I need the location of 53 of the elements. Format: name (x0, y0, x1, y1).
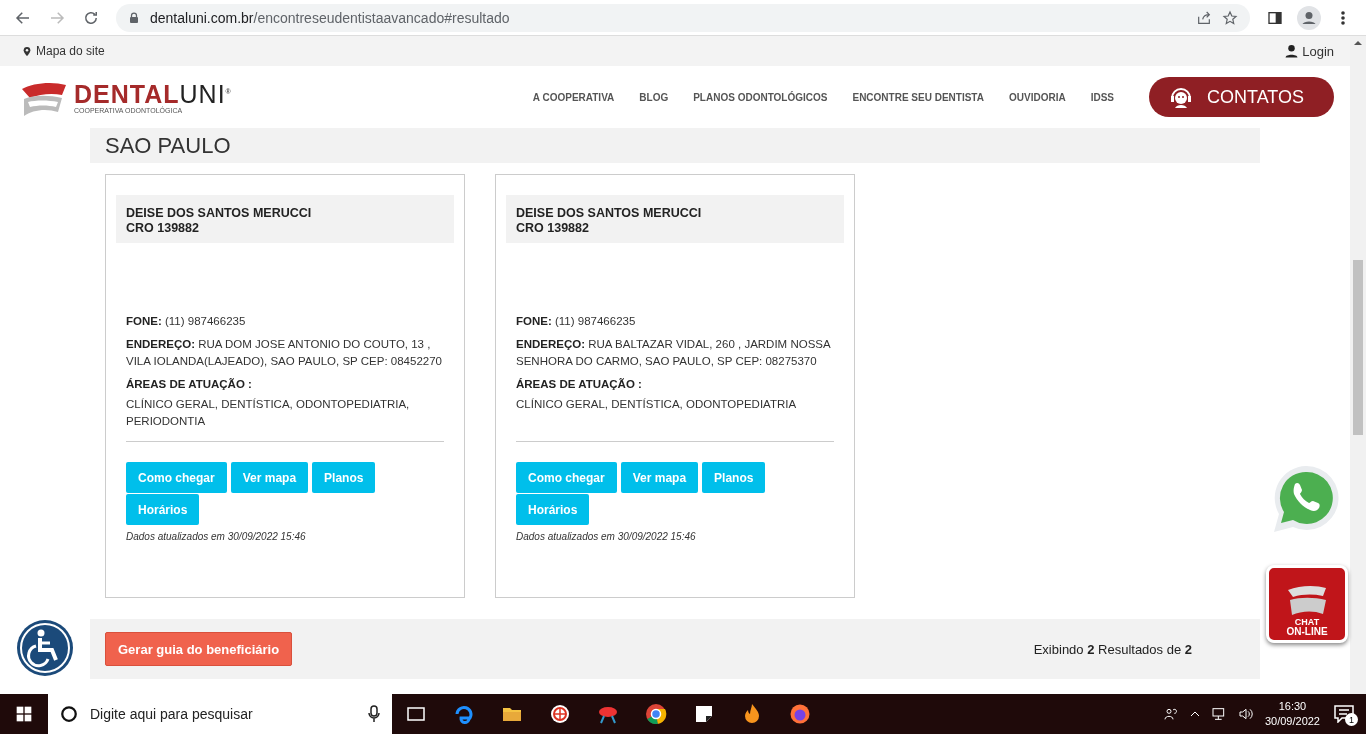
dentist-cro: CRO 139882 (516, 221, 590, 235)
people-icon[interactable] (1162, 706, 1179, 722)
contacts-button[interactable]: CONTATOS (1149, 77, 1334, 117)
map-pin-icon (22, 44, 32, 58)
network-icon[interactable] (1210, 706, 1227, 722)
notification-center-button[interactable]: 1 (1330, 699, 1358, 729)
lock-icon (128, 10, 140, 25)
profile-icon[interactable] (1297, 5, 1321, 30)
taskbar-clock[interactable]: 16:30 30/09/2022 (1264, 699, 1320, 729)
scrollbar-thumb[interactable] (1353, 260, 1363, 435)
search-circle-icon (60, 705, 78, 723)
areas-text: CLÍNICO GERAL, DENTÍSTICA, ODONTOPEDIATRIA (516, 397, 798, 412)
phone-text: FONE: (11) 987466235 (516, 314, 637, 329)
dentist-name: DEISE DOS SANTOS MERUCCI (126, 206, 313, 220)
areas-label: ÁREAS DE ATUAÇÃO : (516, 377, 643, 392)
section-title: SAO PAULO (90, 128, 1260, 163)
sitemap-link[interactable]: Mapa do site (36, 44, 105, 58)
nav-link[interactable]: OUVIDORIA (1008, 91, 1066, 103)
areas-label: ÁREAS DE ATUAÇÃO : (126, 377, 253, 392)
url-text: dentaluni.com.br/encontreseudentistaavancado#resultado (150, 9, 510, 26)
chat-online-button[interactable]: CHAT ON-LINE (1266, 565, 1348, 643)
windows-start-icon[interactable] (16, 706, 32, 722)
speaker-icon[interactable] (1236, 706, 1255, 722)
headset-person-icon (1169, 85, 1193, 109)
notification-count: 1 (1345, 713, 1358, 726)
updated-text: Dados atualizados em 30/09/2022 15:46 (125, 530, 307, 542)
chrome-icon[interactable] (644, 702, 668, 726)
microphone-icon[interactable] (368, 705, 380, 723)
nav-link[interactable]: A COOPERATIVA (532, 91, 615, 103)
speech-bubble-icon (1334, 705, 1354, 723)
nav-link[interactable]: BLOG (639, 91, 669, 103)
address-text: ENDEREÇO: RUA DOM JOSE ANTONIO DO COUTO, 13 , VILA IOLANDA(LAJEADO), SAO PAULO, SP CEP: 08452270 (126, 337, 443, 369)
menu-dots-icon[interactable] (1340, 9, 1346, 26)
nav-link[interactable]: PLANOS ODONTOLÓGICOS (693, 91, 828, 103)
taskbar-search-box[interactable]: Digite aqui para pesquisar (48, 694, 392, 734)
results-count: Exibindo 2 Resultados de 2 (1033, 641, 1192, 657)
person-icon (1285, 44, 1299, 58)
share-icon[interactable] (1196, 9, 1212, 26)
dentist-name: DEISE DOS SANTOS MERUCCI (516, 206, 703, 220)
login-link[interactable]: Login (1302, 43, 1334, 59)
address-text: ENDEREÇO: RUA BALTAZAR VIDAL, 260 , JARDIM NOSSA SENHORA DO CARMO, SAO PAULO, SP CEP: 08275370 (516, 337, 832, 369)
taskbar-search-field[interactable]: Digite aqui para pesquisar (88, 705, 358, 723)
address-bar[interactable]: dentaluni.com.br/encontreseudentistaavancado#resultado (116, 3, 1250, 32)
side-panel-icon[interactable] (1267, 9, 1283, 26)
nav-link[interactable]: ENCONTRE SEU DENTISTA (852, 91, 984, 103)
dentist-cro: CRO 139882 (126, 221, 200, 235)
updated-text: Dados atualizados em 30/09/2022 15:46 (515, 530, 697, 542)
star-icon[interactable] (1222, 9, 1238, 26)
nav-link[interactable]: IDSS (1090, 91, 1114, 103)
logo-wordmark[interactable]: DENTALUNI$^{®}$ (74, 80, 232, 107)
scrollbar[interactable] (1350, 36, 1366, 694)
areas-text: CLÍNICO GERAL, DENTÍSTICA, ODONTOPEDIATRIA, PERIODONTIA (126, 397, 411, 429)
phone-text: FONE: (11) 987466235 (126, 314, 247, 329)
